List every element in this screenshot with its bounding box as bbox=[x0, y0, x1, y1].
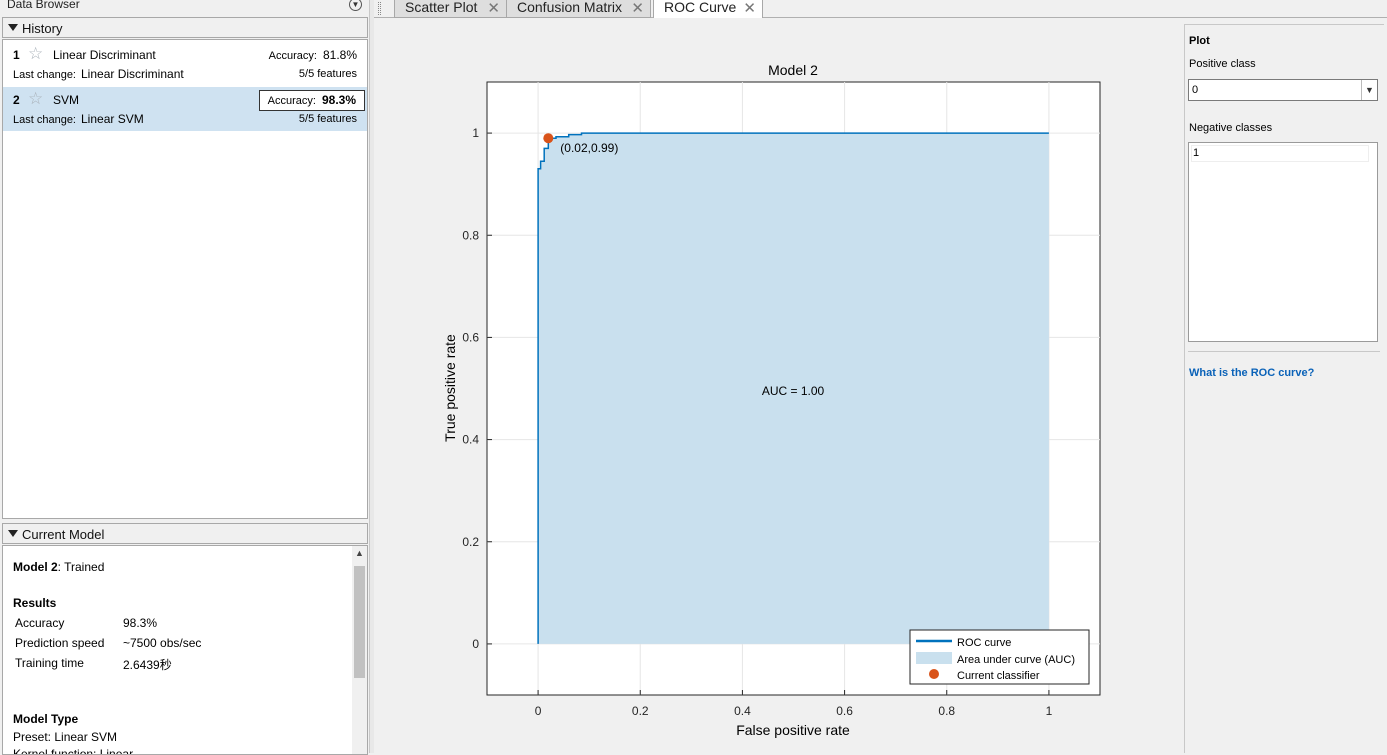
positive-class-dropdown[interactable]: 0 ▼ bbox=[1188, 79, 1378, 101]
last-change-value: Linear SVM bbox=[81, 112, 144, 126]
model-accuracy: Accuracy: 81.8% bbox=[269, 48, 357, 62]
model-kernel: Kernel function: Linear bbox=[13, 747, 134, 755]
current-model-panel: Model 2: Trained Results Accuracy 98.3% … bbox=[2, 545, 368, 755]
x-tick-label: 0.6 bbox=[836, 704, 853, 718]
y-tick-label: 0.4 bbox=[462, 433, 479, 447]
result-value: ~7500 obs/sec bbox=[123, 636, 202, 650]
model-status-text: : Trained bbox=[57, 560, 105, 574]
model-name: Linear Discriminant bbox=[53, 48, 156, 62]
y-tick-label: 0.2 bbox=[462, 535, 479, 549]
close-icon[interactable]: ✕ bbox=[631, 0, 644, 17]
positive-class-value: 0 bbox=[1192, 84, 1199, 96]
y-tick-label: 1 bbox=[472, 126, 479, 140]
tab-bar: Scatter Plot ✕ Confusion Matrix ✕ ROC Cu… bbox=[374, 0, 1387, 19]
result-value: 98.3% bbox=[123, 616, 158, 630]
y-tick-label: 0.6 bbox=[462, 330, 479, 344]
model-preset: Preset: Linear SVM bbox=[13, 730, 118, 744]
star-icon[interactable]: ☆ bbox=[28, 45, 43, 62]
last-change: Last change: Linear SVM bbox=[13, 112, 144, 126]
history-section-header[interactable]: History bbox=[2, 17, 368, 38]
model-name: SVM bbox=[53, 93, 80, 107]
roc-chart: Model 2 (0.02,0.99) AUC = 1.00 0 0.2 0.4 0.… bbox=[442, 62, 1101, 738]
close-icon[interactable]: ✕ bbox=[743, 0, 756, 17]
history-list: 1 ☆ Linear Discriminant Accuracy: 81.8% L… bbox=[2, 39, 368, 519]
history-model-row[interactable]: 1 ☆ Linear Discriminant Accuracy: 81.8% L… bbox=[3, 42, 367, 86]
negative-class-item[interactable]: 1 bbox=[1191, 145, 1369, 162]
collapse-triangle-icon[interactable] bbox=[8, 24, 18, 31]
results-heading: Results bbox=[13, 596, 57, 610]
tab-scatter-plot[interactable]: Scatter Plot ✕ bbox=[394, 0, 507, 18]
scrollbar-thumb[interactable] bbox=[354, 566, 365, 678]
model-number: 2 bbox=[13, 93, 20, 107]
last-change-value: Linear Discriminant bbox=[81, 67, 184, 81]
tab-label: Confusion Matrix bbox=[517, 0, 623, 15]
model-type-heading: Model Type bbox=[13, 712, 79, 726]
collapse-triangle-icon[interactable] bbox=[8, 530, 18, 537]
y-axis-label: True positive rate bbox=[442, 334, 458, 442]
tab-confusion-matrix[interactable]: Confusion Matrix ✕ bbox=[506, 0, 651, 18]
feature-count: 5/5 features bbox=[298, 68, 357, 80]
plot-options-title: Plot bbox=[1189, 35, 1210, 47]
x-axis-label: False positive rate bbox=[736, 722, 850, 738]
left-panel: Data Browser ▼ History 1 ☆ Linear Discri… bbox=[0, 0, 370, 755]
tab-grip-handle[interactable] bbox=[378, 2, 381, 15]
plot-options-panel: Plot Positive class 0 ▼ Negative classes… bbox=[1184, 24, 1384, 753]
last-change-label: Last change: bbox=[13, 114, 76, 126]
current-model-section-header[interactable]: Current Model bbox=[2, 523, 368, 544]
result-label: Accuracy bbox=[15, 616, 65, 630]
accuracy-value: 98.3% bbox=[321, 93, 356, 107]
accuracy-label: Accuracy: bbox=[268, 50, 317, 62]
divider bbox=[1188, 351, 1380, 352]
x-tick-label: 0.2 bbox=[632, 704, 649, 718]
last-change-label: Last change: bbox=[13, 69, 76, 81]
scroll-up-arrow-icon[interactable]: ▲ bbox=[355, 548, 364, 558]
legend-area-swatch bbox=[916, 652, 952, 664]
accuracy-value: 81.8% bbox=[322, 48, 357, 62]
x-tick-label: 0.8 bbox=[938, 704, 955, 718]
chevron-down-icon[interactable]: ▼ bbox=[1361, 80, 1377, 100]
tab-roc-curve[interactable]: ROC Curve ✕ bbox=[653, 0, 763, 19]
data-browser-title: Data Browser bbox=[7, 0, 80, 11]
star-icon[interactable]: ☆ bbox=[28, 90, 43, 107]
history-title: History bbox=[22, 21, 63, 36]
chart-legend: ROC curve Area under curve (AUC) Current… bbox=[909, 629, 1090, 685]
legend-classifier-swatch bbox=[929, 669, 939, 679]
result-label: Training time bbox=[15, 656, 84, 670]
chart-title: Model 2 bbox=[768, 62, 818, 78]
accuracy-label: Accuracy: bbox=[267, 95, 316, 107]
result-value: 2.6439秒 bbox=[123, 658, 172, 672]
data-browser-header: Data Browser ▼ bbox=[0, 0, 368, 12]
x-tick-label: 0 bbox=[535, 704, 542, 718]
model-number: 1 bbox=[13, 48, 20, 62]
tab-label: Scatter Plot bbox=[405, 0, 478, 15]
positive-class-label: Positive class bbox=[1189, 58, 1256, 70]
auc-text: AUC = 1.00 bbox=[762, 384, 825, 398]
current-classifier-point[interactable] bbox=[543, 133, 554, 144]
legend-area-label: Area under curve (AUC) bbox=[957, 654, 1075, 666]
x-tick-label: 0.4 bbox=[734, 704, 751, 718]
legend-classifier-label: Current classifier bbox=[957, 670, 1040, 682]
model-status-name: Model 2 bbox=[13, 560, 58, 574]
negative-classes-list[interactable]: 1 bbox=[1188, 142, 1378, 342]
tab-label: ROC Curve bbox=[664, 0, 737, 15]
plot-area: Model 2 (0.02,0.99) AUC = 1.00 0 0.2 0.4 0.… bbox=[374, 18, 1179, 753]
vertical-scrollbar[interactable]: ▲ bbox=[352, 546, 367, 754]
result-label: Prediction speed bbox=[15, 636, 105, 650]
roc-help-link[interactable]: What is the ROC curve? bbox=[1189, 367, 1314, 379]
legend-roc-label: ROC curve bbox=[957, 637, 1011, 649]
panel-menu-icon[interactable]: ▼ bbox=[349, 0, 362, 11]
model-status: Model 2: Trained bbox=[13, 560, 104, 574]
current-classifier-label: (0.02,0.99) bbox=[560, 141, 618, 155]
current-model-title: Current Model bbox=[22, 527, 105, 542]
history-model-row-selected[interactable]: 2 ☆ SVM Accuracy: 98.3% Last change: Linea… bbox=[3, 87, 367, 131]
feature-count: 5/5 features bbox=[298, 113, 357, 125]
y-tick-label: 0 bbox=[472, 637, 479, 651]
close-icon[interactable]: ✕ bbox=[487, 0, 500, 17]
last-change: Last change: Linear Discriminant bbox=[13, 67, 184, 81]
x-tick-label: 1 bbox=[1046, 704, 1053, 718]
model-accuracy-best: Accuracy: 98.3% bbox=[258, 90, 365, 111]
negative-classes-label: Negative classes bbox=[1189, 122, 1273, 134]
y-tick-label: 0.8 bbox=[462, 228, 479, 242]
